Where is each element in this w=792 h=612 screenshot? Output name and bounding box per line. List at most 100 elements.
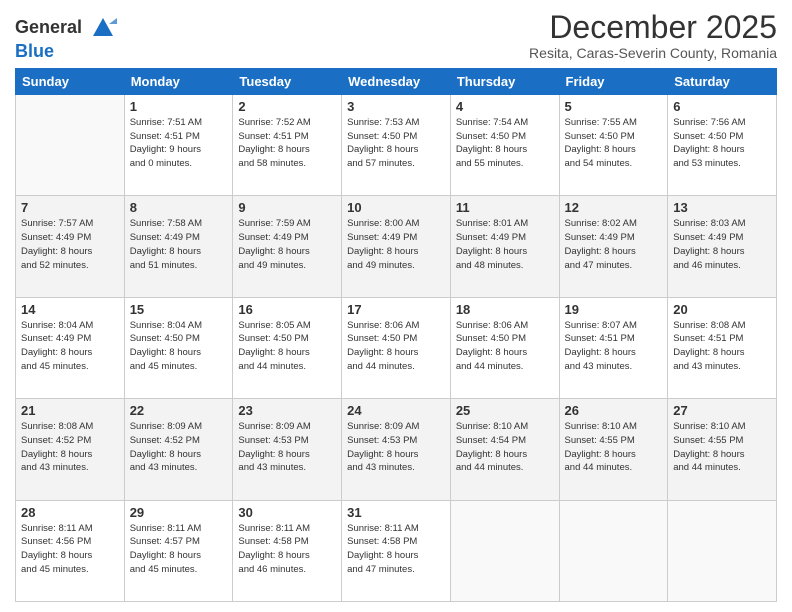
- day-info: Sunrise: 8:10 AMSunset: 4:55 PMDaylight:…: [565, 420, 663, 475]
- day-info: Sunrise: 7:54 AMSunset: 4:50 PMDaylight:…: [456, 116, 554, 171]
- table-row: 7Sunrise: 7:57 AMSunset: 4:49 PMDaylight…: [16, 196, 125, 297]
- day-info: Sunrise: 8:04 AMSunset: 4:50 PMDaylight:…: [130, 319, 228, 374]
- day-info: Sunrise: 8:09 AMSunset: 4:53 PMDaylight:…: [347, 420, 445, 475]
- table-row: 18Sunrise: 8:06 AMSunset: 4:50 PMDayligh…: [450, 297, 559, 398]
- header-monday: Monday: [124, 68, 233, 94]
- day-info: Sunrise: 8:06 AMSunset: 4:50 PMDaylight:…: [456, 319, 554, 374]
- table-row: 8 Sunrise: 7:58 AMSunset: 4:49 PMDaylight…: [124, 196, 233, 297]
- table-row: 20 Sunrise: 8:08 AMSunset: 4:51 PMDayligh…: [668, 297, 777, 398]
- table-row: 2Sunrise: 7:52 AMSunset: 4:51 PMDaylight…: [233, 94, 342, 195]
- table-row: [559, 500, 668, 601]
- calendar-table: Sunday Monday Tuesday Wednesday Thursday…: [15, 68, 777, 602]
- day-number: 20: [673, 302, 771, 317]
- subtitle: Resita, Caras-Severin County, Romania: [529, 45, 777, 61]
- table-row: 27Sunrise: 8:10 AMSunset: 4:55 PMDayligh…: [668, 399, 777, 500]
- day-number: 31: [347, 505, 445, 520]
- table-row: 21 Sunrise: 8:08 AMSunset: 4:52 PMDayligh…: [16, 399, 125, 500]
- day-number: 15: [130, 302, 228, 317]
- day-number: 5: [565, 99, 663, 114]
- table-row: 11 Sunrise: 8:01 AMSunset: 4:49 PMDayligh…: [450, 196, 559, 297]
- calendar-week-row: 14Sunrise: 8:04 AMSunset: 4:49 PMDayligh…: [16, 297, 777, 398]
- day-info: Sunrise: 8:01 AMSunset: 4:49 PMDaylight:…: [456, 217, 554, 272]
- calendar-week-row: 28 Sunrise: 8:11 AMSunset: 4:56 PMDayligh…: [16, 500, 777, 601]
- day-number: 26: [565, 403, 663, 418]
- title-block: December 2025 Resita, Caras-Severin Coun…: [529, 10, 777, 61]
- page: General Blue December 2025 Resita, Caras…: [0, 0, 792, 612]
- day-info: Sunrise: 8:11 AMSunset: 4:58 PMDaylight:…: [238, 522, 336, 577]
- day-info: Sunrise: 8:11 AMSunset: 4:56 PMDaylight:…: [21, 522, 119, 577]
- table-row: 6 Sunrise: 7:56 AMSunset: 4:50 PMDaylight…: [668, 94, 777, 195]
- table-row: 12Sunrise: 8:02 AMSunset: 4:49 PMDayligh…: [559, 196, 668, 297]
- calendar-week-row: 1 Sunrise: 7:51 AMSunset: 4:51 PMDaylight…: [16, 94, 777, 195]
- table-row: 28 Sunrise: 8:11 AMSunset: 4:56 PMDayligh…: [16, 500, 125, 601]
- day-info: Sunrise: 8:08 AMSunset: 4:52 PMDaylight:…: [21, 420, 119, 475]
- header-saturday: Saturday: [668, 68, 777, 94]
- calendar-week-row: 7Sunrise: 7:57 AMSunset: 4:49 PMDaylight…: [16, 196, 777, 297]
- day-number: 14: [21, 302, 119, 317]
- day-number: 8: [130, 200, 228, 215]
- day-number: 24: [347, 403, 445, 418]
- header-sunday: Sunday: [16, 68, 125, 94]
- header-wednesday: Wednesday: [342, 68, 451, 94]
- month-title: December 2025: [529, 10, 777, 45]
- day-number: 25: [456, 403, 554, 418]
- table-row: 9 Sunrise: 7:59 AMSunset: 4:49 PMDaylight…: [233, 196, 342, 297]
- day-info: Sunrise: 8:03 AMSunset: 4:49 PMDaylight:…: [673, 217, 771, 272]
- table-row: 23 Sunrise: 8:09 AMSunset: 4:53 PMDayligh…: [233, 399, 342, 500]
- day-number: 11: [456, 200, 554, 215]
- table-row: 17 Sunrise: 8:06 AMSunset: 4:50 PMDayligh…: [342, 297, 451, 398]
- day-number: 9: [238, 200, 336, 215]
- day-info: Sunrise: 8:09 AMSunset: 4:53 PMDaylight:…: [238, 420, 336, 475]
- table-row: 24 Sunrise: 8:09 AMSunset: 4:53 PMDayligh…: [342, 399, 451, 500]
- table-row: 31 Sunrise: 8:11 AMSunset: 4:58 PMDayligh…: [342, 500, 451, 601]
- day-info: Sunrise: 8:05 AMSunset: 4:50 PMDaylight:…: [238, 319, 336, 374]
- table-row: 3Sunrise: 7:53 AMSunset: 4:50 PMDaylight…: [342, 94, 451, 195]
- day-info: Sunrise: 7:55 AMSunset: 4:50 PMDaylight:…: [565, 116, 663, 171]
- day-info: Sunrise: 7:58 AMSunset: 4:49 PMDaylight:…: [130, 217, 228, 272]
- table-row: 14Sunrise: 8:04 AMSunset: 4:49 PMDayligh…: [16, 297, 125, 398]
- table-row: 30 Sunrise: 8:11 AMSunset: 4:58 PMDayligh…: [233, 500, 342, 601]
- logo-blue: Blue: [15, 41, 54, 61]
- day-number: 6: [673, 99, 771, 114]
- calendar-week-row: 21 Sunrise: 8:08 AMSunset: 4:52 PMDayligh…: [16, 399, 777, 500]
- day-info: Sunrise: 8:10 AMSunset: 4:54 PMDaylight:…: [456, 420, 554, 475]
- day-number: 4: [456, 99, 554, 114]
- day-number: 19: [565, 302, 663, 317]
- logo: General Blue: [15, 14, 117, 62]
- table-row: 26 Sunrise: 8:10 AMSunset: 4:55 PMDayligh…: [559, 399, 668, 500]
- table-row: 4 Sunrise: 7:54 AMSunset: 4:50 PMDaylight…: [450, 94, 559, 195]
- table-row: 5 Sunrise: 7:55 AMSunset: 4:50 PMDaylight…: [559, 94, 668, 195]
- day-info: Sunrise: 8:07 AMSunset: 4:51 PMDaylight:…: [565, 319, 663, 374]
- table-row: 13 Sunrise: 8:03 AMSunset: 4:49 PMDayligh…: [668, 196, 777, 297]
- table-row: 25 Sunrise: 8:10 AMSunset: 4:54 PMDayligh…: [450, 399, 559, 500]
- day-info: Sunrise: 7:59 AMSunset: 4:49 PMDaylight:…: [238, 217, 336, 272]
- day-info: Sunrise: 8:11 AMSunset: 4:58 PMDaylight:…: [347, 522, 445, 577]
- table-row: [668, 500, 777, 601]
- day-number: 13: [673, 200, 771, 215]
- day-info: Sunrise: 7:51 AMSunset: 4:51 PMDaylight:…: [130, 116, 228, 171]
- day-info: Sunrise: 8:08 AMSunset: 4:51 PMDaylight:…: [673, 319, 771, 374]
- logo-icon: [89, 14, 117, 42]
- day-info: Sunrise: 8:10 AMSunset: 4:55 PMDaylight:…: [673, 420, 771, 475]
- day-info: Sunrise: 8:11 AMSunset: 4:57 PMDaylight:…: [130, 522, 228, 577]
- table-row: 16Sunrise: 8:05 AMSunset: 4:50 PMDayligh…: [233, 297, 342, 398]
- day-info: Sunrise: 7:53 AMSunset: 4:50 PMDaylight:…: [347, 116, 445, 171]
- table-row: 10Sunrise: 8:00 AMSunset: 4:49 PMDayligh…: [342, 196, 451, 297]
- day-number: 30: [238, 505, 336, 520]
- header-tuesday: Tuesday: [233, 68, 342, 94]
- table-row: 19 Sunrise: 8:07 AMSunset: 4:51 PMDayligh…: [559, 297, 668, 398]
- day-info: Sunrise: 8:06 AMSunset: 4:50 PMDaylight:…: [347, 319, 445, 374]
- day-number: 17: [347, 302, 445, 317]
- table-row: 15 Sunrise: 8:04 AMSunset: 4:50 PMDayligh…: [124, 297, 233, 398]
- logo-general: General: [15, 17, 82, 37]
- header: General Blue December 2025 Resita, Caras…: [15, 10, 777, 62]
- day-number: 1: [130, 99, 228, 114]
- day-number: 7: [21, 200, 119, 215]
- day-number: 23: [238, 403, 336, 418]
- table-row: 29Sunrise: 8:11 AMSunset: 4:57 PMDayligh…: [124, 500, 233, 601]
- day-info: Sunrise: 7:56 AMSunset: 4:50 PMDaylight:…: [673, 116, 771, 171]
- header-friday: Friday: [559, 68, 668, 94]
- table-row: [450, 500, 559, 601]
- day-number: 28: [21, 505, 119, 520]
- day-number: 21: [21, 403, 119, 418]
